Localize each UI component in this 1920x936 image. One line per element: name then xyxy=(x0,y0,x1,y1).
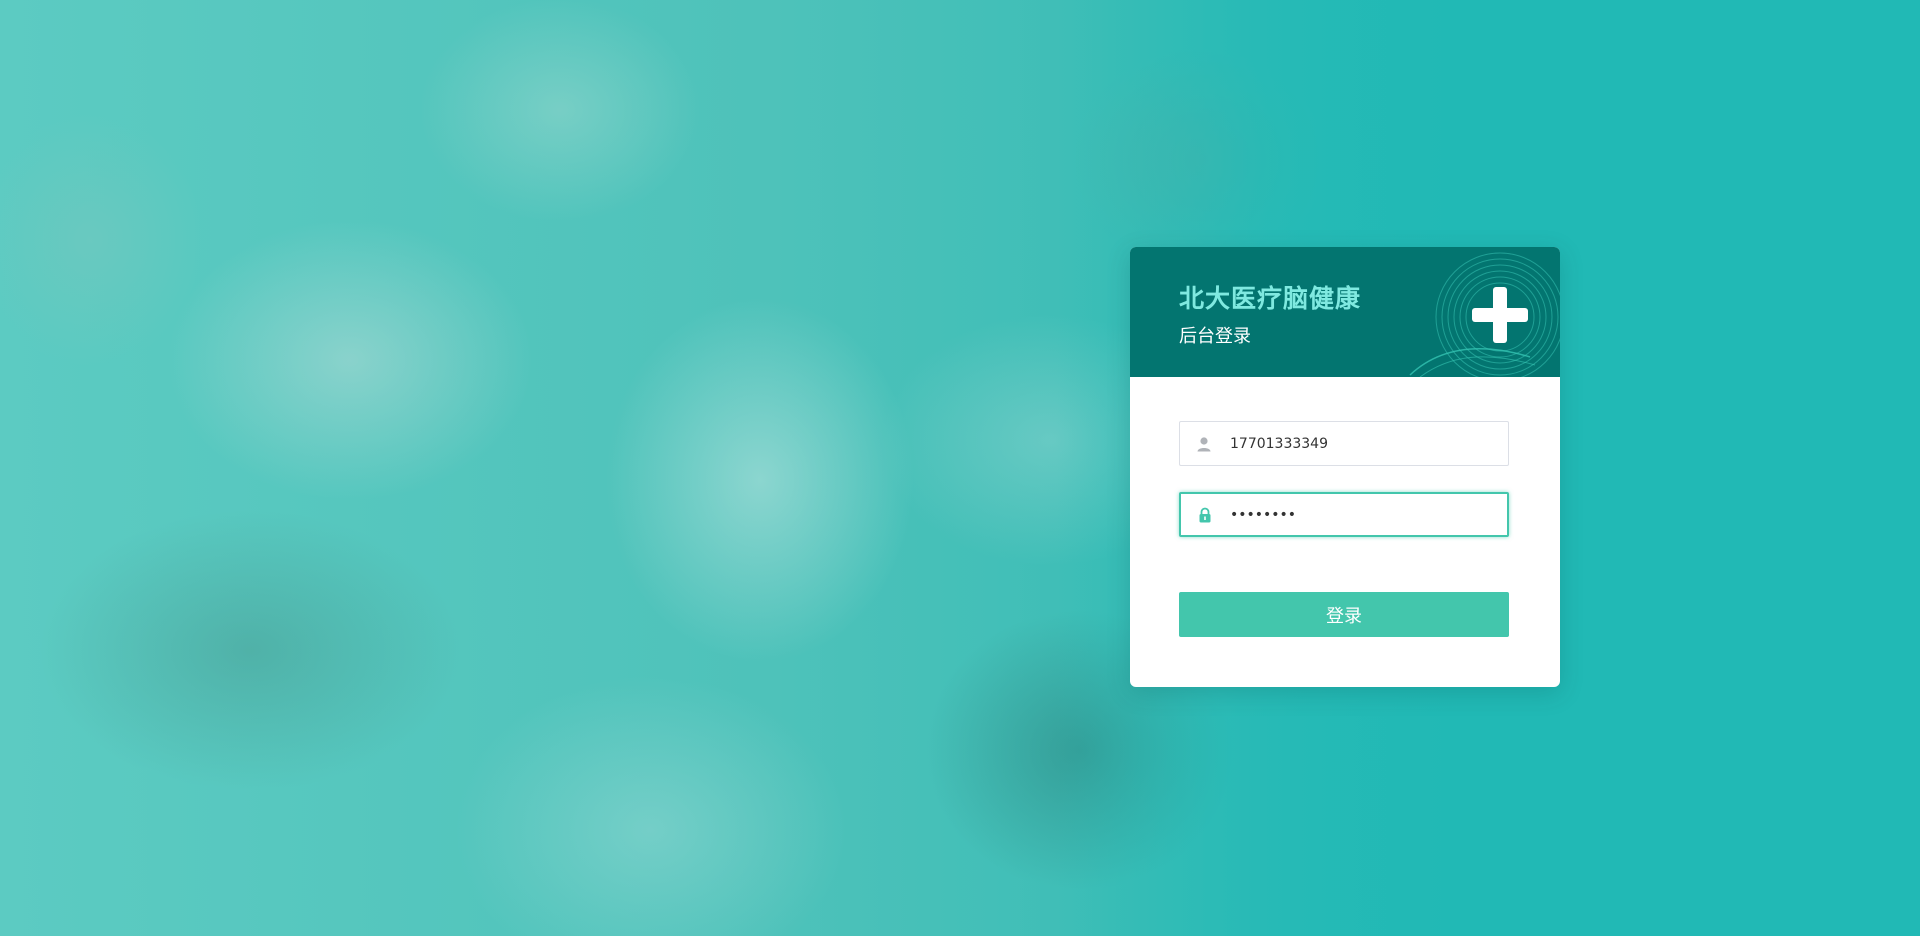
user-icon xyxy=(1197,436,1211,451)
lock-icon xyxy=(1199,507,1211,522)
login-card-header: 北大医疗脑健康 后台登录 xyxy=(1130,247,1560,377)
username-input[interactable] xyxy=(1230,422,1500,465)
background-fade xyxy=(0,0,1920,936)
medical-cross-icon xyxy=(1409,252,1560,377)
password-input[interactable] xyxy=(1230,494,1500,535)
login-card: 北大医疗脑健康 后台登录 17701333349 •••••••• 登录 xyxy=(1130,247,1560,687)
login-subtitle: 后台登录 xyxy=(1179,326,1251,347)
username-field[interactable] xyxy=(1179,421,1509,466)
app-title: 北大医疗脑健康 xyxy=(1179,284,1362,313)
password-field[interactable] xyxy=(1179,492,1509,537)
login-page: 北大医疗脑健康 后台登录 17701333349 •••••••• 登录 xyxy=(0,0,1920,936)
login-form: 登录 xyxy=(1130,377,1560,687)
login-button[interactable]: 登录 xyxy=(1179,592,1509,637)
